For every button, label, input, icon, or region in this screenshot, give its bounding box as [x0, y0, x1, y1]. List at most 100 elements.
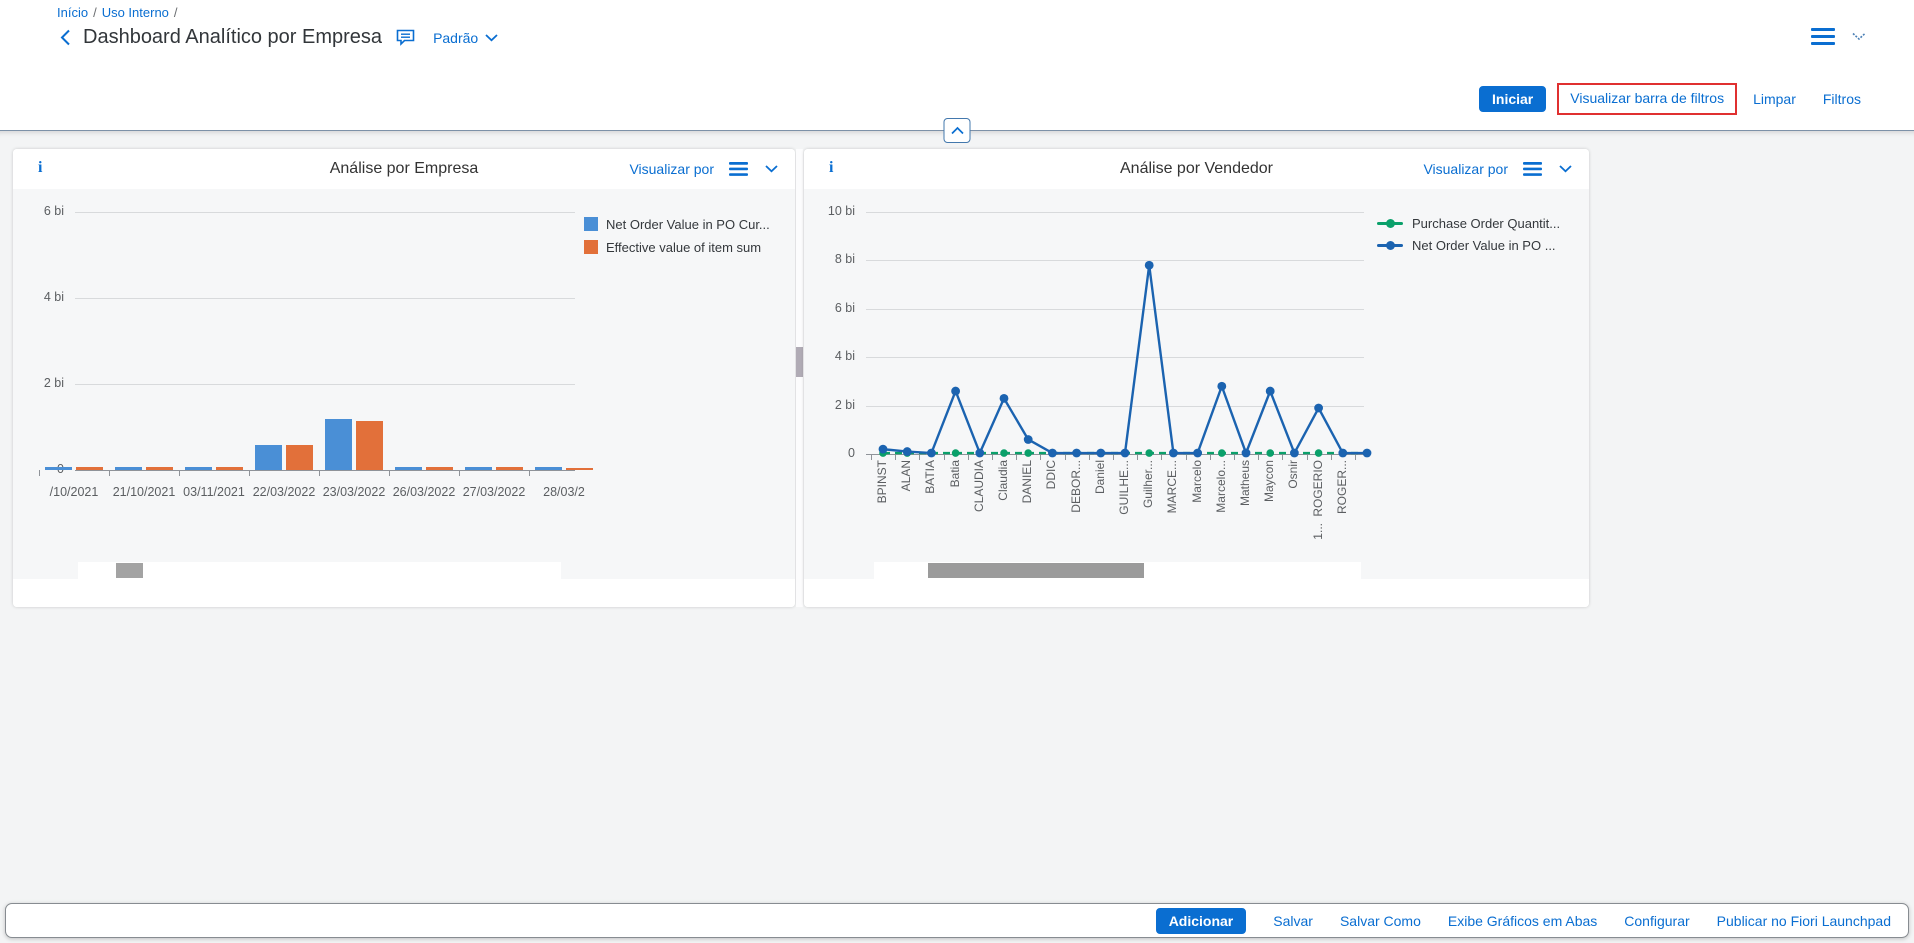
axis-tick — [109, 470, 110, 476]
chevron-down-icon[interactable] — [1850, 30, 1868, 43]
info-icon[interactable]: i — [823, 158, 839, 178]
visualizar-por-link[interactable]: Visualizar por — [1423, 161, 1508, 177]
shell-header: Início/Uso Interno/ Dashboard Analítico … — [0, 0, 1914, 130]
filter-actions-row: Iniciar Visualizar barra de filtros Limp… — [1479, 83, 1861, 115]
horizontal-scrollbar-track[interactable] — [78, 562, 561, 579]
horizontal-scrollbar-track[interactable] — [874, 562, 1361, 579]
collapse-chevron-up-icon — [950, 123, 964, 138]
data-point[interactable] — [1024, 435, 1033, 444]
data-point[interactable] — [879, 445, 888, 454]
bar-series2[interactable] — [426, 467, 453, 470]
bar-series1[interactable] — [395, 467, 422, 470]
page-title: Dashboard Analítico por Empresa — [83, 26, 382, 49]
bar-series2[interactable] — [566, 468, 593, 471]
bar-series1[interactable] — [45, 467, 72, 470]
line-series-1 — [883, 265, 1367, 453]
legend-item: Purchase Order Quantit... — [1377, 215, 1560, 231]
data-point[interactable] — [1072, 449, 1081, 458]
bar-series2[interactable] — [216, 467, 243, 470]
highlight-box: Visualizar barra de filtros — [1557, 83, 1737, 115]
data-point[interactable] — [927, 449, 936, 458]
data-point[interactable] — [1290, 449, 1299, 458]
data-point[interactable] — [1314, 404, 1323, 413]
bar-series2[interactable] — [146, 467, 173, 470]
bar-series2[interactable] — [356, 421, 383, 470]
bar-series1[interactable] — [115, 467, 142, 470]
bar-series1[interactable] — [325, 419, 352, 470]
bar-series1[interactable] — [535, 467, 562, 470]
variant-selector[interactable]: Padrão — [431, 28, 500, 48]
axis-tick — [39, 470, 40, 476]
gridline — [75, 384, 575, 385]
page-title-row: Dashboard Analítico por Empresa Padrão — [56, 26, 500, 49]
x-axis-label: 28/03/2 — [529, 485, 599, 499]
data-point[interactable] — [1024, 449, 1032, 457]
vertical-scrollbar-thumb[interactable] — [796, 347, 803, 377]
bar-series2[interactable] — [76, 467, 103, 470]
data-point[interactable] — [1145, 449, 1153, 457]
data-point[interactable] — [1169, 449, 1178, 458]
line-chart-area: 02 bi4 bi6 bi8 bi10 biBPINSTALANBATIABat… — [804, 189, 1589, 562]
axis-tick — [529, 470, 530, 476]
exibe-graficos-em-abas-button[interactable]: Exibe Gráficos em Abas — [1448, 913, 1597, 929]
data-point[interactable] — [1266, 449, 1274, 457]
limpar-button[interactable]: Limpar — [1753, 91, 1796, 107]
visualizar-por-link[interactable]: Visualizar por — [629, 161, 714, 177]
data-point[interactable] — [903, 447, 912, 456]
breadcrumb-link-uso-interno[interactable]: Uso Interno — [102, 5, 169, 20]
bar-series1[interactable] — [185, 467, 212, 470]
data-point[interactable] — [1096, 449, 1105, 458]
bar-series2[interactable] — [286, 445, 313, 470]
visualizar-barra-de-filtros-button[interactable]: Visualizar barra de filtros — [1570, 90, 1724, 106]
data-point[interactable] — [951, 387, 960, 396]
card-analise-por-vendedor: i Análise por Vendedor Visualizar por 02… — [804, 149, 1589, 607]
info-icon[interactable]: i — [32, 158, 48, 178]
data-point[interactable] — [1000, 394, 1009, 403]
data-point[interactable] — [1048, 449, 1057, 458]
vertical-scrollbar-track[interactable] — [796, 149, 803, 607]
data-point[interactable] — [1266, 387, 1275, 396]
legend-label: Purchase Order Quantit... — [1412, 216, 1560, 231]
bar-series1[interactable] — [255, 445, 282, 470]
legend-label: Effective value of item sum — [606, 240, 761, 255]
publicar-no-fiori-launchpad-button[interactable]: Publicar no Fiori Launchpad — [1717, 913, 1891, 929]
hamburger-menu-icon[interactable] — [1809, 26, 1837, 47]
horizontal-scrollbar-thumb[interactable] — [928, 563, 1144, 578]
salvar-como-button[interactable]: Salvar Como — [1340, 913, 1421, 929]
bar-series2[interactable] — [496, 467, 523, 470]
hamburger-menu-icon[interactable] — [727, 160, 750, 178]
data-point[interactable] — [1193, 449, 1202, 458]
data-point[interactable] — [1218, 449, 1226, 457]
chevron-down-icon[interactable] — [1557, 163, 1574, 175]
configurar-button[interactable]: Configurar — [1624, 913, 1689, 929]
breadcrumb-link-inicio[interactable]: Início — [57, 5, 88, 20]
data-point[interactable] — [1121, 449, 1130, 458]
card-header: i Análise por Vendedor Visualizar por — [804, 149, 1589, 189]
legend-marker — [584, 240, 598, 254]
data-point[interactable] — [1145, 261, 1154, 270]
axis-tick — [459, 470, 460, 476]
bar-series1[interactable] — [465, 467, 492, 470]
hamburger-menu-icon[interactable] — [1521, 160, 1544, 178]
x-axis-line — [75, 470, 575, 471]
data-point[interactable] — [952, 449, 960, 457]
data-point[interactable] — [1338, 449, 1347, 458]
horizontal-scrollbar-thumb[interactable] — [116, 563, 143, 578]
data-point[interactable] — [1242, 449, 1251, 458]
comment-icon[interactable] — [394, 27, 417, 48]
page-content: i Análise por Empresa Visualizar por 02 … — [0, 131, 1914, 943]
salvar-button[interactable]: Salvar — [1273, 913, 1313, 929]
chevron-down-icon[interactable] — [763, 163, 780, 175]
collapse-header-button[interactable] — [944, 118, 971, 143]
iniciar-button[interactable]: Iniciar — [1479, 86, 1546, 112]
data-point[interactable] — [1363, 449, 1372, 458]
legend-item: Net Order Value in PO ... — [1377, 237, 1556, 253]
adicionar-button[interactable]: Adicionar — [1156, 908, 1247, 934]
back-chevron-icon[interactable] — [56, 27, 75, 48]
data-point[interactable] — [1000, 449, 1008, 457]
y-axis-label: 4 bi — [13, 290, 64, 304]
data-point[interactable] — [1315, 449, 1323, 457]
data-point[interactable] — [1217, 382, 1226, 391]
data-point[interactable] — [975, 449, 984, 458]
filtros-button[interactable]: Filtros — [1823, 91, 1861, 107]
